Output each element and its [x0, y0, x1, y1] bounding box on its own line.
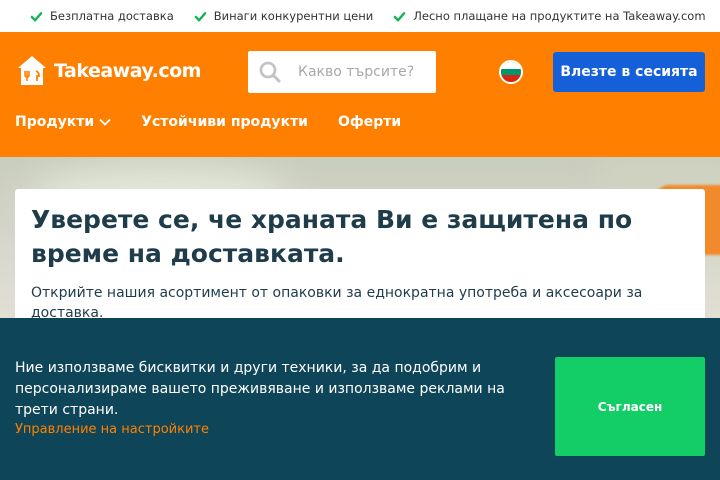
search-input[interactable]: [298, 64, 428, 80]
header: Takeaway.com Влезте в сесията Продукти У…: [0, 32, 720, 157]
login-button[interactable]: Влезте в сесията: [553, 52, 705, 92]
nav-label: Оферти: [338, 114, 402, 130]
accept-cookies-button[interactable]: Съгласен: [555, 357, 705, 456]
bulgaria-flag-icon[interactable]: [499, 60, 523, 84]
usp-item-prices: Винаги конкурентни цени: [194, 9, 374, 23]
cookie-settings-link[interactable]: Управление на настройките: [15, 422, 209, 437]
usp-item-payment: Лесно плащане на продуктите на Takeaway.…: [393, 9, 706, 23]
page: Безплатна доставка Винаги конкурентни це…: [0, 0, 720, 480]
usp-label: Лесно плащане на продуктите на Takeaway.…: [413, 9, 706, 23]
chevron-down-icon: [99, 118, 111, 126]
takeaway-house-icon: [18, 56, 46, 85]
nav-item-offers[interactable]: Оферти: [338, 114, 401, 130]
cookie-text: Ние използваме бисквитки и други техники…: [15, 360, 505, 418]
check-icon: [30, 11, 43, 21]
main-nav: Продукти Устойчиви продукти Оферти: [15, 114, 401, 130]
logo-text: Takeaway.com: [54, 60, 201, 82]
hero-title: Уверете се, че храната Ви е защитена по …: [31, 205, 633, 268]
usp-bar: Безплатна доставка Винаги конкурентни це…: [0, 0, 720, 32]
search-box[interactable]: [248, 51, 436, 93]
nav-item-products[interactable]: Продукти: [15, 114, 111, 130]
search-icon: [259, 61, 281, 83]
nav-label: Устойчиви продукти: [141, 114, 308, 130]
hero-text: Открийте нашия асортимент от опаковки за…: [31, 285, 643, 321]
nav-label: Продукти: [15, 114, 95, 130]
usp-item-free-delivery: Безплатна доставка: [30, 9, 174, 23]
nav-item-sustainable[interactable]: Устойчиви продукти: [141, 114, 308, 130]
logo[interactable]: Takeaway.com: [16, 54, 201, 88]
cookie-banner: Ние използваме бисквитки и други техники…: [0, 318, 720, 480]
usp-label: Безплатна доставка: [50, 9, 174, 23]
usp-label: Винаги конкурентни цени: [213, 9, 374, 23]
check-icon: [393, 11, 406, 21]
check-icon: [194, 11, 207, 21]
